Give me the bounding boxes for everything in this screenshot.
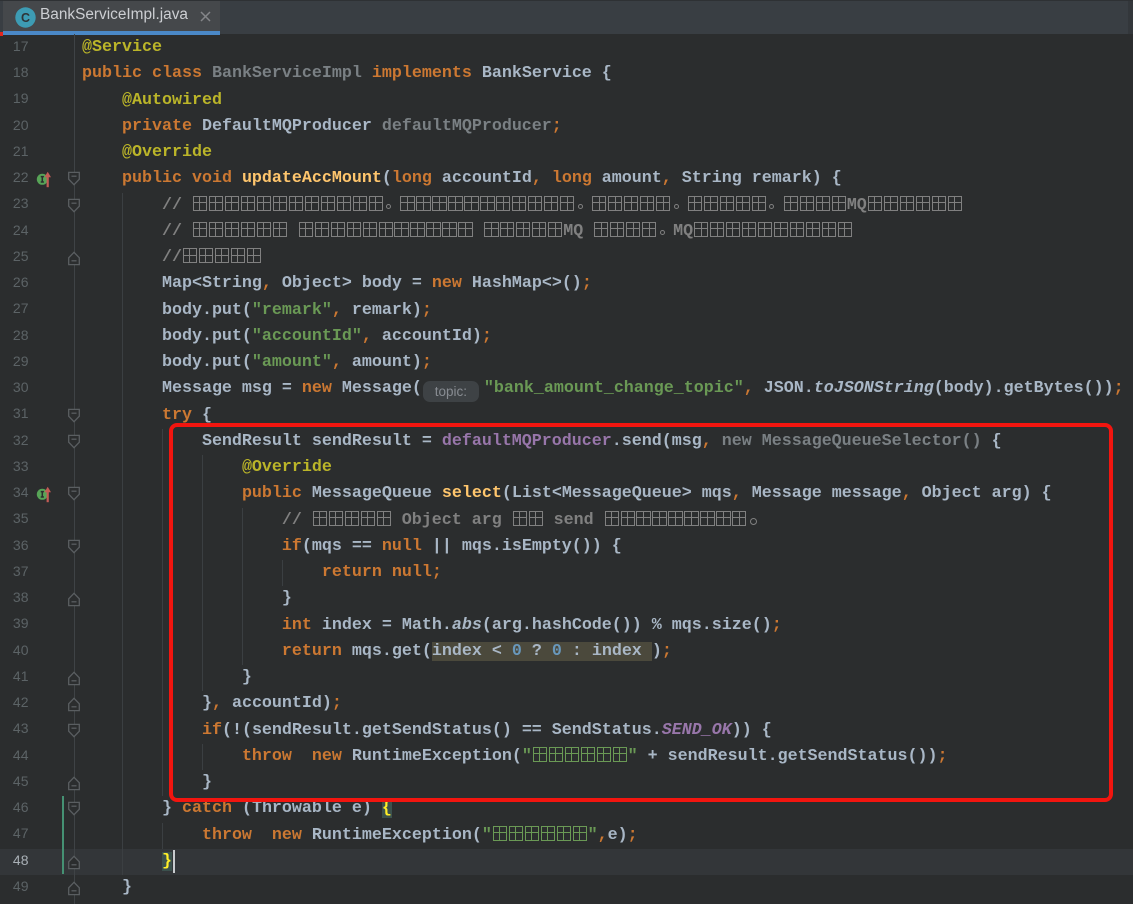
svg-text:C: C [21,11,30,25]
